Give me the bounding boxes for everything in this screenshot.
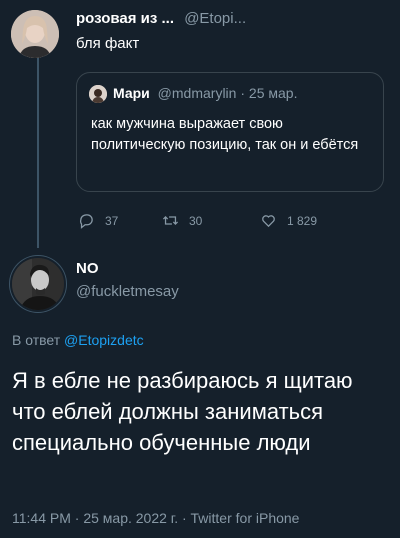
tweet1-handle[interactable]: @Etopi... [184, 10, 246, 27]
tweet2-name[interactable]: NO [76, 260, 179, 277]
tweet1-header: розовая из ... @Etopi... [76, 10, 246, 27]
quote-name: Мари [113, 85, 150, 101]
retweet-count: 30 [189, 213, 203, 228]
tweet1-name[interactable]: розовая из ... [76, 10, 174, 27]
reply-count: 37 [105, 213, 119, 228]
reply-handle-link[interactable]: @Etopizdetc [64, 332, 144, 348]
reply-context: В ответ @Etopizdetc [12, 332, 144, 348]
heart-icon [262, 215, 275, 228]
retweet-icon [162, 216, 179, 225]
quote-dot: · [240, 85, 246, 101]
like-button[interactable]: 1 829 [260, 212, 317, 229]
tweet1-actions: 37 30 1 829 [76, 212, 376, 232]
quote-text: как мужчина выражает свою политическую п… [91, 116, 359, 153]
tweet2-handle[interactable]: @fuckletmesay [76, 283, 179, 300]
avatar[interactable] [11, 10, 59, 58]
quote-header: Мари @mdmarylin · 25 мар. [113, 85, 297, 101]
reply-button[interactable]: 37 [78, 212, 118, 229]
reply-prefix: В ответ [12, 332, 61, 348]
tweet2-author: NO @fuckletmesay [76, 260, 179, 300]
retweet-button[interactable]: 30 [162, 212, 202, 229]
like-count: 1 829 [287, 213, 318, 228]
quote-date: 25 мар. [248, 85, 298, 101]
reply-icon [80, 214, 93, 229]
avatar[interactable] [10, 256, 66, 312]
quote-handle: @mdmarylin [157, 85, 237, 101]
tweet2-text: Я в ебле не разбираюсь я щитаю что еблей… [12, 368, 353, 455]
quoted-tweet[interactable]: Мари @mdmarylin · 25 мар. как мужчина вы… [76, 72, 384, 192]
thread-line [37, 58, 39, 248]
tweet1-text: бля факт [76, 35, 140, 52]
quote-avatar [89, 85, 107, 103]
tweet2-meta[interactable]: 11:44 PM · 25 мар. 2022 г. · Twitter for… [12, 510, 299, 526]
